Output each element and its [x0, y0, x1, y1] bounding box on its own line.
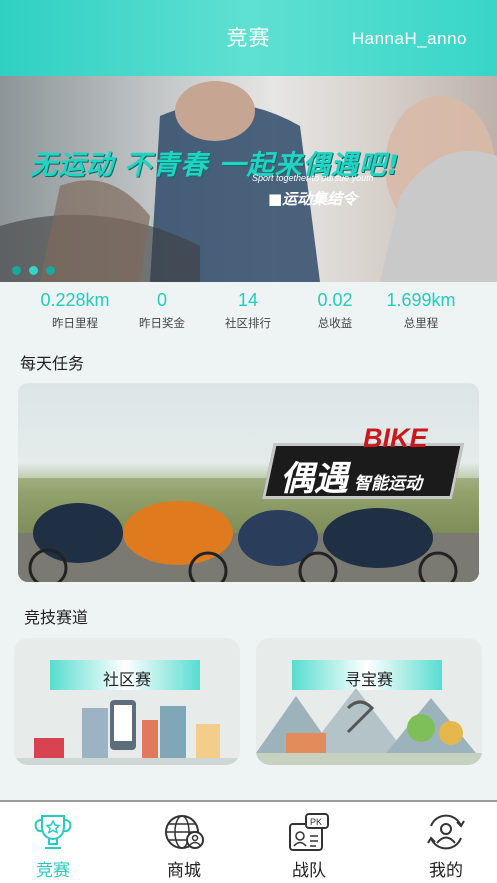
nav-label: 商城 [167, 861, 201, 881]
nav-item-shop[interactable]: 商城 [144, 812, 224, 881]
stat-community-rank[interactable]: 14 社区排行 [198, 290, 298, 331]
globe-shop-icon [165, 815, 204, 849]
community-race-card[interactable]: 社区赛 [14, 638, 240, 765]
carousel-dot[interactable] [29, 266, 38, 275]
stat-total-distance[interactable]: 1.699km 总里程 [371, 290, 471, 331]
nav-item-profile[interactable]: 我的 [406, 812, 486, 881]
carousel-dot[interactable] [46, 266, 55, 275]
banner-subtitle: Sport together to pursue youth [252, 173, 374, 183]
stat-value: 1.699km [386, 290, 456, 310]
app-header: 竞赛 HannaH_anno [0, 0, 497, 76]
profile-icon [427, 814, 465, 850]
stat-yesterday-bonus[interactable]: 0 昨日奖金 [112, 290, 212, 331]
nav-label: 我的 [429, 861, 463, 881]
trophy-icon [34, 815, 72, 849]
daily-task-title: 每天任务 [20, 354, 85, 373]
promo-banner[interactable]: 无运动 不青春 一起来偶遇吧! Sport together to pursue… [0, 76, 497, 282]
stat-label: 昨日奖金 [139, 316, 185, 330]
stat-label: 社区排行 [225, 316, 271, 330]
nav-item-compete[interactable]: 竞赛 [13, 812, 93, 881]
daily-task-card[interactable]: BIKE 偶遇 智能运动 [18, 383, 479, 582]
stat-label: 总里程 [403, 316, 439, 330]
stat-value: 0.02 [317, 290, 353, 310]
bottom-nav: 竞赛 商城 PK 战队 我的 [0, 800, 497, 883]
promo-main-text: 偶遇 [280, 459, 348, 499]
banner-tag: ■运动集结令 [268, 190, 358, 208]
stat-value: 14 [237, 290, 259, 310]
carousel-dots[interactable] [12, 266, 55, 275]
nav-item-team[interactable]: PK 战队 [269, 812, 349, 881]
nav-label: 战队 [292, 861, 326, 881]
stat-value: 0 [156, 290, 167, 310]
team-pk-icon: PK [289, 813, 329, 851]
city-illustration [14, 700, 240, 765]
stat-yesterday-distance[interactable]: 0.228km 昨日里程 [25, 290, 125, 331]
promo-sub-text: 智能运动 [354, 474, 422, 494]
stat-total-income[interactable]: 0.02 总收益 [285, 290, 385, 331]
treasure-race-card[interactable]: 寻宝赛 [256, 638, 482, 765]
username-label[interactable]: HannaH_anno [352, 29, 467, 49]
stats-row: 0.228km 昨日里程 0 昨日奖金 14 社区排行 0.02 总收益 1.6… [0, 282, 497, 338]
mountain-illustration [256, 688, 482, 765]
carousel-dot[interactable] [12, 266, 21, 275]
tracks-title: 竞技赛道 [24, 608, 89, 627]
stat-value: 0.228km [40, 290, 110, 310]
nav-label: 竞赛 [36, 861, 70, 881]
promo-bike-word: BIKE [363, 423, 428, 453]
stat-label: 昨日里程 [52, 316, 98, 330]
pk-badge-text: PK [310, 817, 322, 827]
stat-label: 总收益 [317, 316, 353, 330]
